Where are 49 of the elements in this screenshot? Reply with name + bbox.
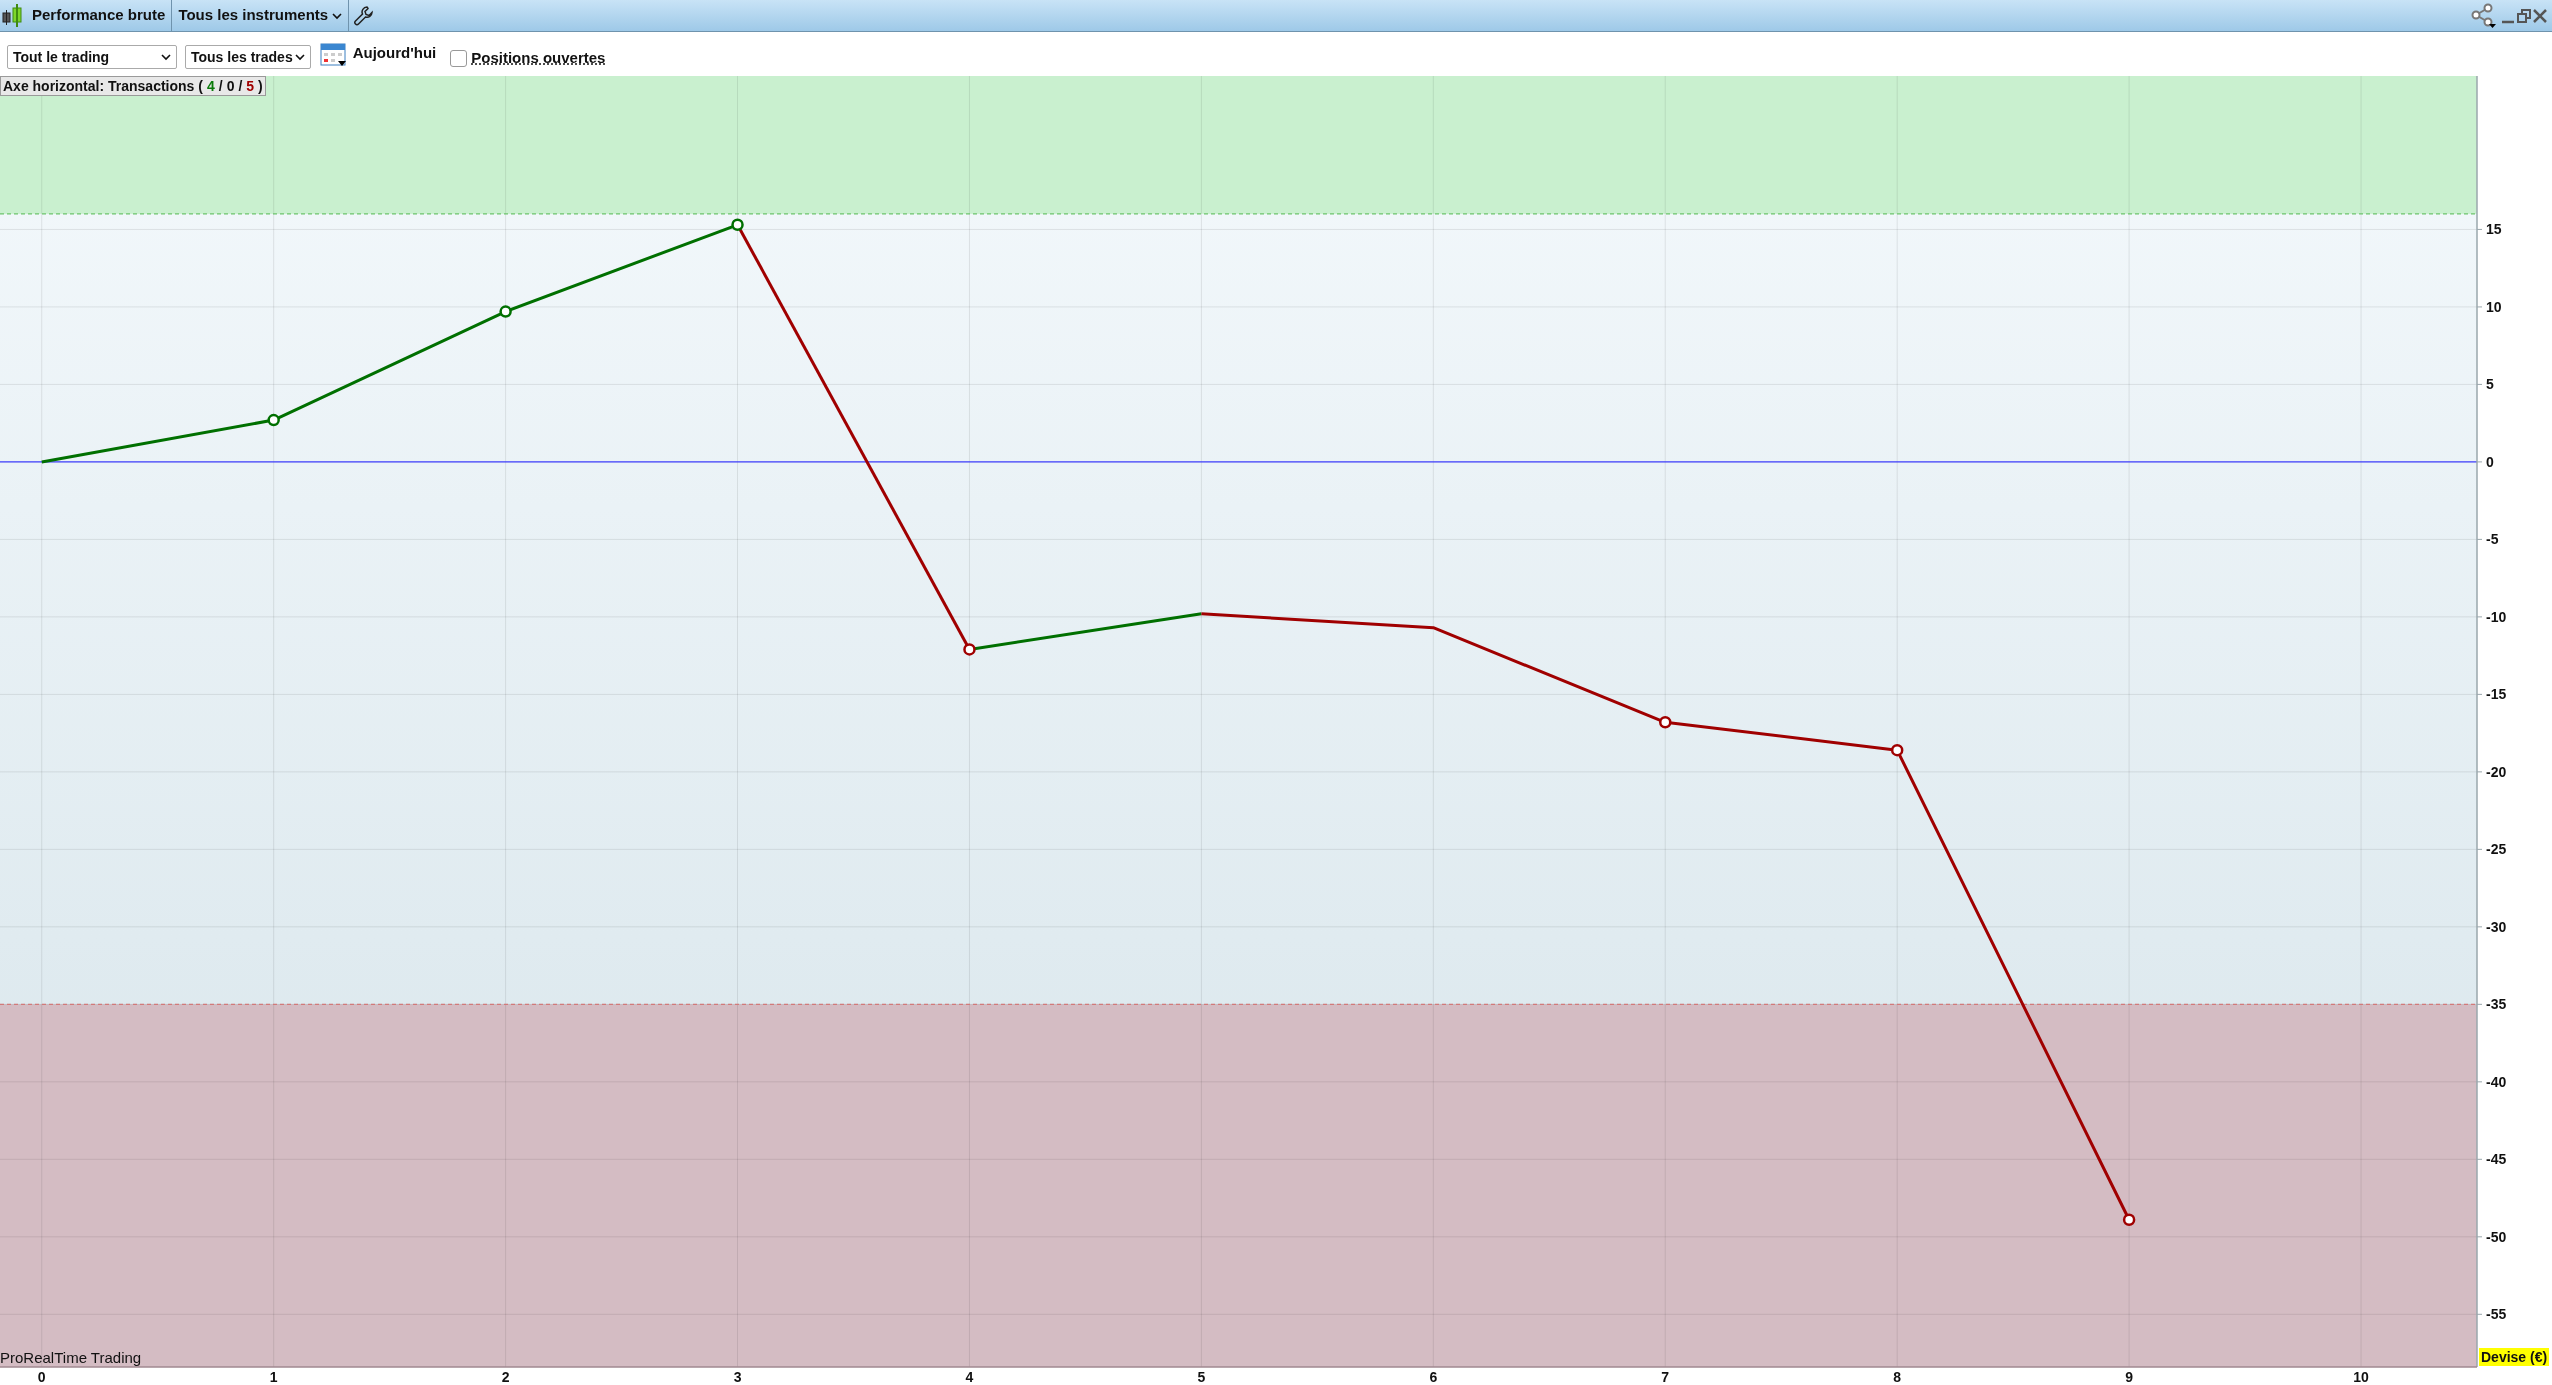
instruments-dropdown[interactable]: Tous les instruments [172, 0, 349, 31]
x-tick-label: 4 [965, 1369, 974, 1385]
losses-count: 5 [246, 76, 255, 96]
y-tick-label: -10 [2486, 608, 2507, 625]
x-tick-label: 9 [2125, 1369, 2133, 1385]
x-tick-label: 0 [37, 1369, 46, 1385]
x-tick-label: 8 [1893, 1369, 1902, 1385]
caption-separator: / [218, 76, 223, 96]
x-tick-label: 5 [1197, 1369, 1206, 1385]
x-tick-label: 7 [1661, 1369, 1670, 1385]
y-tick-label: -35 [2486, 996, 2507, 1013]
x-tick-label: 2 [501, 1369, 510, 1385]
y-tick-label: 15 [2486, 221, 2502, 238]
x-tick-label: 1 [269, 1369, 278, 1385]
open-positions-checkbox[interactable] [450, 49, 468, 67]
y-tick-label: -30 [2486, 918, 2507, 935]
y-tick-label: 10 [2486, 298, 2502, 315]
y-tick-label: -40 [2486, 1073, 2507, 1090]
y-tick-label: -20 [2486, 763, 2507, 780]
caption-separator: / [238, 76, 243, 96]
period-select[interactable]: Tout le trading [7, 45, 177, 69]
settings-icon[interactable] [353, 4, 376, 27]
neutral-count: 0 [226, 76, 235, 96]
share-icon[interactable] [2470, 2, 2498, 29]
candlestick-icon [2, 2, 24, 29]
trades-select[interactable]: Tous les trades [185, 45, 311, 69]
y-tick-label: -5 [2486, 531, 2499, 548]
platform-label: ProRealTime Trading [0, 1349, 142, 1367]
currency-label: Devise (€) [2479, 1348, 2550, 1366]
y-tick-label: -55 [2486, 1306, 2507, 1323]
open-positions-label[interactable]: Positions ouvertes [471, 46, 606, 70]
caret-icon [294, 53, 305, 61]
window-title: Performance brute [32, 5, 166, 26]
wins-count: 4 [206, 76, 215, 96]
y-tick-label: -25 [2486, 841, 2507, 858]
y-tick-label: -50 [2486, 1228, 2507, 1245]
y-tick-label: 5 [2486, 376, 2494, 393]
x-tick-label: 3 [733, 1369, 742, 1385]
date-label: Aujourd'hui [352, 43, 437, 63]
y-tick-label: -15 [2486, 686, 2507, 703]
calendar-icon[interactable] [318, 40, 347, 68]
y-tick-label: -45 [2486, 1151, 2507, 1168]
caption-text: Axe horizontal: Transactions ( [3, 76, 203, 96]
caption-text: ) [258, 76, 263, 96]
caret-icon [161, 53, 171, 61]
x-tick-label: 6 [1429, 1369, 1438, 1385]
y-tick-label: 0 [2486, 453, 2494, 470]
x-tick-label: 10 [2353, 1369, 2369, 1385]
caret-icon [332, 11, 343, 20]
